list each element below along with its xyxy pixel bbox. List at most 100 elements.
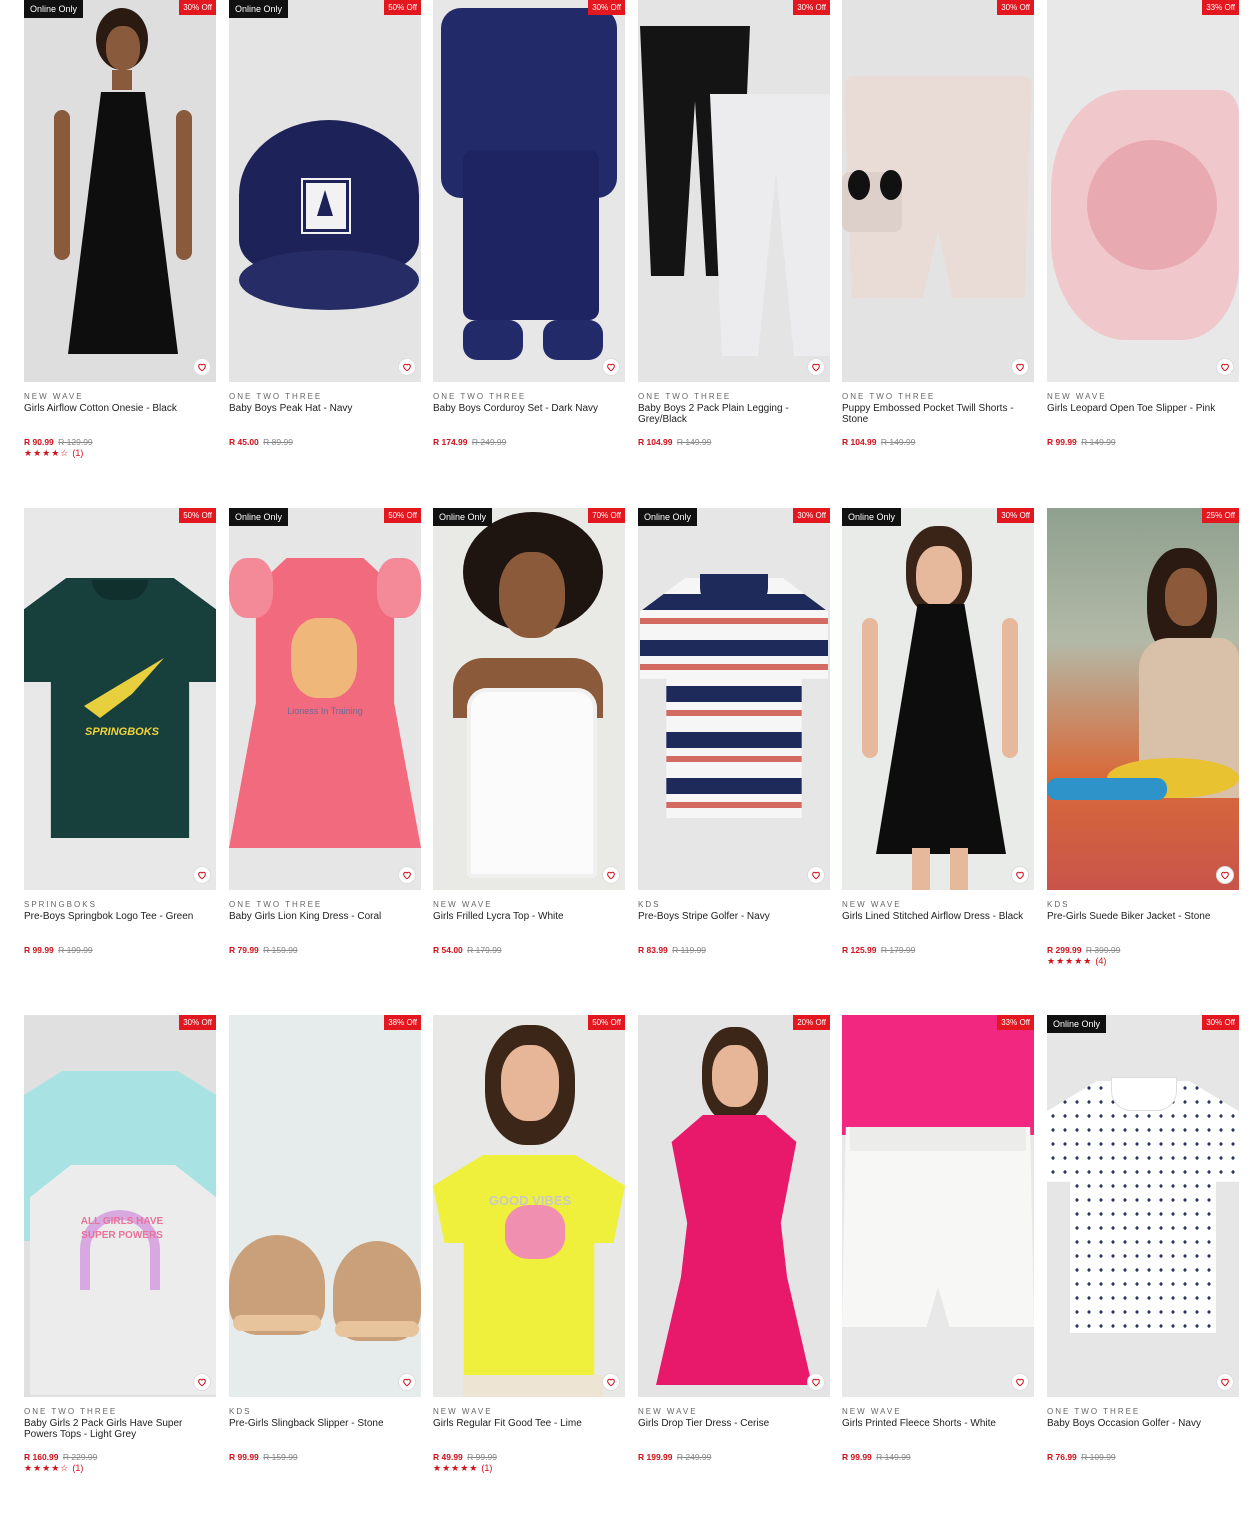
wishlist-heart-icon[interactable] [602, 358, 620, 376]
product-price: R 174.99 R 249.99 [433, 437, 625, 447]
product-name[interactable]: Girls Lined Stitched Airflow Dress - Bla… [842, 911, 1034, 945]
wishlist-heart-icon[interactable] [1011, 358, 1029, 376]
product-brand[interactable]: NEW WAVE [1047, 392, 1239, 402]
product-brand[interactable]: KDS [229, 1407, 421, 1417]
product-image[interactable]: 38% Off [229, 1015, 421, 1397]
product-name[interactable]: Girls Regular Fit Good Tee - Lime [433, 1418, 625, 1452]
product-rating[interactable]: ★★★★☆ (1) [24, 448, 216, 459]
product-brand[interactable]: NEW WAVE [842, 1407, 1034, 1417]
wishlist-heart-icon[interactable] [193, 866, 211, 884]
product-image[interactable]: 50% Off GOOD VIBES [433, 1015, 625, 1397]
product-card[interactable]: 50% Off GOOD VIBES NEW WAVE Girls Regular … [433, 1015, 625, 1474]
product-price: R 104.99 R 149.99 [638, 437, 830, 447]
product-card[interactable]: 30% Off ONE TWO THREE Puppy Embossed Pock… [842, 0, 1034, 447]
product-name[interactable]: Baby Girls Lion King Dress - Coral [229, 911, 421, 945]
discount-badge: 30% Off [793, 0, 830, 15]
product-brand[interactable]: NEW WAVE [638, 1407, 830, 1417]
product-brand[interactable]: KDS [1047, 900, 1239, 910]
rating-stars-icon: ★★★★★ [1047, 956, 1093, 966]
product-card[interactable]: 30% Off ONE TWO THREE Baby Boys Corduroy … [433, 0, 625, 447]
product-name[interactable]: Baby Girls 2 Pack Girls Have Super Power… [24, 1418, 216, 1452]
product-rating[interactable]: ★★★★☆ (1) [24, 1463, 216, 1474]
product-image[interactable]: Online Only 30% Off [638, 508, 830, 890]
product-image[interactable]: Online Only 30% Off [24, 0, 216, 382]
sale-price: R 125.99 [842, 945, 877, 955]
product-card[interactable]: 30% Off ONE TWO THREE Baby Boys 2 Pack Pl… [638, 0, 830, 447]
product-card[interactable]: 33% Off NEW WAVE Girls Leopard Open Toe S… [1047, 0, 1239, 447]
product-card[interactable]: Online Only 50% Off ONE TWO THREE Baby Boy… [229, 0, 421, 447]
wishlist-heart-icon[interactable] [193, 1373, 211, 1391]
product-card[interactable]: Online Only 30% Off NEW WAVE Girls Airflow… [24, 0, 216, 459]
product-card[interactable]: Online Only 30% Off NEW WAVE Girls Lined S… [842, 508, 1034, 955]
product-card[interactable]: 20% Off NEW WAVE Girls Drop Tier Dress - … [638, 1015, 830, 1462]
product-card[interactable]: Online Only 30% Off KDS Pre-Boys Stripe Go… [638, 508, 830, 955]
wishlist-heart-icon[interactable] [1216, 358, 1234, 376]
wishlist-heart-icon[interactable] [807, 866, 825, 884]
product-image[interactable]: Online Only 30% Off [842, 508, 1034, 890]
product-image[interactable]: 25% Off [1047, 508, 1239, 890]
product-name[interactable]: Pre-Boys Stripe Golfer - Navy [638, 911, 830, 945]
product-card[interactable]: 30% Off ALL GIRLS HAVE SUPER POWERS ONE T… [24, 1015, 216, 1474]
product-card[interactable]: Online Only 50% Off Lioness In Training ON… [229, 508, 421, 955]
original-price: R 229.99 [62, 1452, 98, 1462]
wishlist-heart-icon[interactable] [602, 1373, 620, 1391]
product-image[interactable]: Online Only 50% Off Lioness In Training [229, 508, 421, 890]
product-card[interactable]: Online Only 30% Off ONE TWO THREE Baby Boy… [1047, 1015, 1239, 1462]
wishlist-heart-icon[interactable] [1216, 866, 1234, 884]
product-image[interactable]: Online Only 70% Off [433, 508, 625, 890]
wishlist-heart-icon[interactable] [398, 1373, 416, 1391]
product-name[interactable]: Girls Drop Tier Dress - Cerise [638, 1418, 830, 1452]
product-card[interactable]: 38% Off KDS Pre-Girls Slingback Slipper -… [229, 1015, 421, 1462]
product-image[interactable]: 30% Off [433, 0, 625, 382]
wishlist-heart-icon[interactable] [1216, 1373, 1234, 1391]
product-rating[interactable]: ★★★★★ (4) [1047, 956, 1239, 967]
product-image[interactable]: 50% Off SPRINGBOKS [24, 508, 216, 890]
product-name[interactable]: Pre-Boys Springbok Logo Tee - Green [24, 911, 216, 945]
product-name[interactable]: Girls Airflow Cotton Onesie - Black [24, 403, 216, 437]
product-brand[interactable]: NEW WAVE [433, 1407, 625, 1417]
product-name[interactable]: Girls Leopard Open Toe Slipper - Pink [1047, 403, 1239, 437]
product-brand[interactable]: SPRINGBOKS [24, 900, 216, 910]
wishlist-heart-icon[interactable] [807, 1373, 825, 1391]
wishlist-heart-icon[interactable] [398, 358, 416, 376]
product-card[interactable]: 33% Off NEW WAVE Girls Printed Fleece Sho… [842, 1015, 1034, 1462]
product-card[interactable]: Online Only 70% Off NEW WAVE Girls Frilled… [433, 508, 625, 955]
wishlist-heart-icon[interactable] [1011, 866, 1029, 884]
product-name[interactable]: Girls Printed Fleece Shorts - White [842, 1418, 1034, 1452]
product-name[interactable]: Girls Frilled Lycra Top - White [433, 911, 625, 945]
product-brand[interactable]: ONE TWO THREE [1047, 1407, 1239, 1417]
product-image[interactable]: Online Only 30% Off [1047, 1015, 1239, 1397]
product-name[interactable]: Baby Boys Peak Hat - Navy [229, 403, 421, 437]
product-name[interactable]: Baby Boys Corduroy Set - Dark Navy [433, 403, 625, 437]
product-image[interactable]: 30% Off [842, 0, 1034, 382]
product-name[interactable]: Puppy Embossed Pocket Twill Shorts - Sto… [842, 403, 1034, 437]
wishlist-heart-icon[interactable] [193, 358, 211, 376]
wishlist-heart-icon[interactable] [602, 866, 620, 884]
product-name[interactable]: Pre-Girls Suede Biker Jacket - Stone [1047, 911, 1239, 945]
product-name[interactable]: Baby Boys Occasion Golfer - Navy [1047, 1418, 1239, 1452]
product-brand[interactable]: ONE TWO THREE [842, 392, 1034, 402]
product-card[interactable]: 50% Off SPRINGBOKS SPRINGBOKS Pre-Boys Spr… [24, 508, 216, 955]
product-brand[interactable]: NEW WAVE [842, 900, 1034, 910]
product-brand[interactable]: ONE TWO THREE [229, 392, 421, 402]
wishlist-heart-icon[interactable] [398, 866, 416, 884]
product-image[interactable]: 20% Off [638, 1015, 830, 1397]
product-brand[interactable]: ONE TWO THREE [638, 392, 830, 402]
product-name[interactable]: Baby Boys 2 Pack Plain Legging - Grey/Bl… [638, 403, 830, 437]
product-brand[interactable]: KDS [638, 900, 830, 910]
product-brand[interactable]: ONE TWO THREE [24, 1407, 216, 1417]
product-image[interactable]: 33% Off [1047, 0, 1239, 382]
product-brand[interactable]: NEW WAVE [24, 392, 216, 402]
product-card[interactable]: 25% Off KDS Pre-Girls Suede Biker Jacket … [1047, 508, 1239, 967]
product-image[interactable]: 30% Off [638, 0, 830, 382]
product-image[interactable]: 30% Off ALL GIRLS HAVE SUPER POWERS [24, 1015, 216, 1397]
product-image[interactable]: Online Only 50% Off [229, 0, 421, 382]
wishlist-heart-icon[interactable] [1011, 1373, 1029, 1391]
product-image[interactable]: 33% Off [842, 1015, 1034, 1397]
wishlist-heart-icon[interactable] [807, 358, 825, 376]
product-brand[interactable]: ONE TWO THREE [433, 392, 625, 402]
product-brand[interactable]: NEW WAVE [433, 900, 625, 910]
product-name[interactable]: Pre-Girls Slingback Slipper - Stone [229, 1418, 421, 1452]
product-rating[interactable]: ★★★★★ (1) [433, 1463, 625, 1474]
product-brand[interactable]: ONE TWO THREE [229, 900, 421, 910]
